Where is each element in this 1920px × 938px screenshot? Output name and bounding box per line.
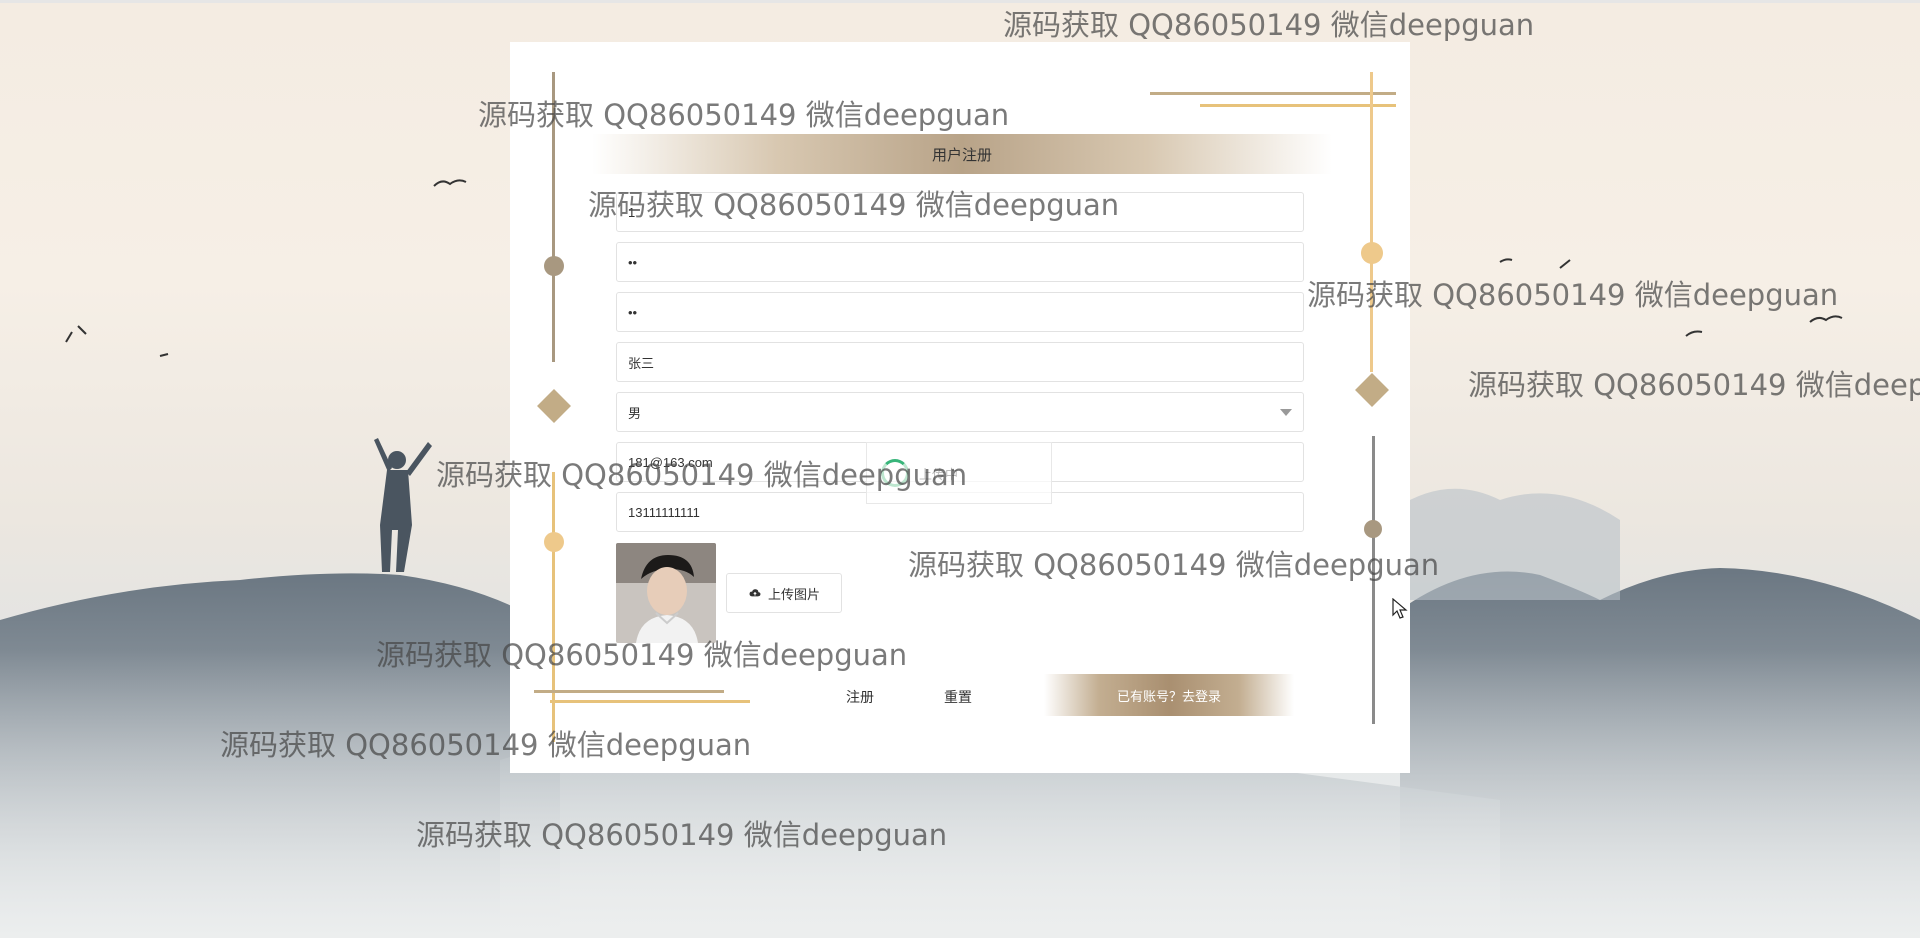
- go-login-button[interactable]: 已有账号？去登录: [1044, 674, 1294, 716]
- deco-dot: [544, 256, 564, 276]
- deco-dot: [1364, 520, 1382, 538]
- deco-line-right-bottom: [1372, 436, 1375, 724]
- phone-value: 13111111111: [628, 504, 700, 520]
- deco-diamond: [537, 389, 571, 423]
- loading-spinner-icon: [881, 459, 909, 487]
- deco-dot: [544, 532, 564, 552]
- avatar-image: [616, 543, 716, 643]
- upload-button-label: 上传图片: [767, 586, 820, 602]
- page-background: 用户注册 1 •• •• 张三 男 181@163.com 1311111111…: [0, 0, 1920, 938]
- deco-line-bottom: [550, 700, 750, 703]
- deco-line-top: [1150, 92, 1396, 95]
- deco-diamond: [1355, 373, 1389, 407]
- register-button[interactable]: 注册: [840, 682, 880, 712]
- gender-value: 男: [628, 405, 642, 421]
- form-title: 用户注册: [592, 134, 1332, 174]
- deco-line-bottom: [534, 690, 724, 693]
- deco-line-left-top: [552, 72, 555, 362]
- confirm-password-input[interactable]: ••: [616, 292, 1304, 332]
- chevron-down-icon[interactable]: [1280, 408, 1292, 416]
- upload-image-button[interactable]: 上传图片: [726, 573, 842, 613]
- avatar: [616, 543, 716, 643]
- register-card: 用户注册 1 •• •• 张三 男 181@163.com 1311111111…: [510, 42, 1410, 773]
- account-value: 1: [628, 204, 636, 220]
- cloud-upload-icon: [749, 589, 761, 597]
- deco-dot: [1361, 242, 1383, 264]
- deco-line-right-top: [1370, 72, 1373, 372]
- loading-text: 上传中: [919, 466, 959, 482]
- mouse-cursor-icon: [1392, 598, 1408, 619]
- password-value: ••: [628, 254, 638, 270]
- name-input[interactable]: 张三: [616, 342, 1304, 382]
- account-input[interactable]: 1: [616, 192, 1304, 232]
- name-value: 张三: [628, 355, 655, 371]
- hiker-silhouette-icon: [374, 438, 432, 572]
- confirm-password-value: ••: [628, 304, 638, 320]
- password-input[interactable]: ••: [616, 242, 1304, 282]
- upload-loading-overlay: 上传中: [866, 442, 1052, 504]
- deco-line-top: [1200, 104, 1396, 107]
- gender-select[interactable]: 男: [616, 392, 1304, 432]
- reset-button[interactable]: 重置: [938, 682, 978, 712]
